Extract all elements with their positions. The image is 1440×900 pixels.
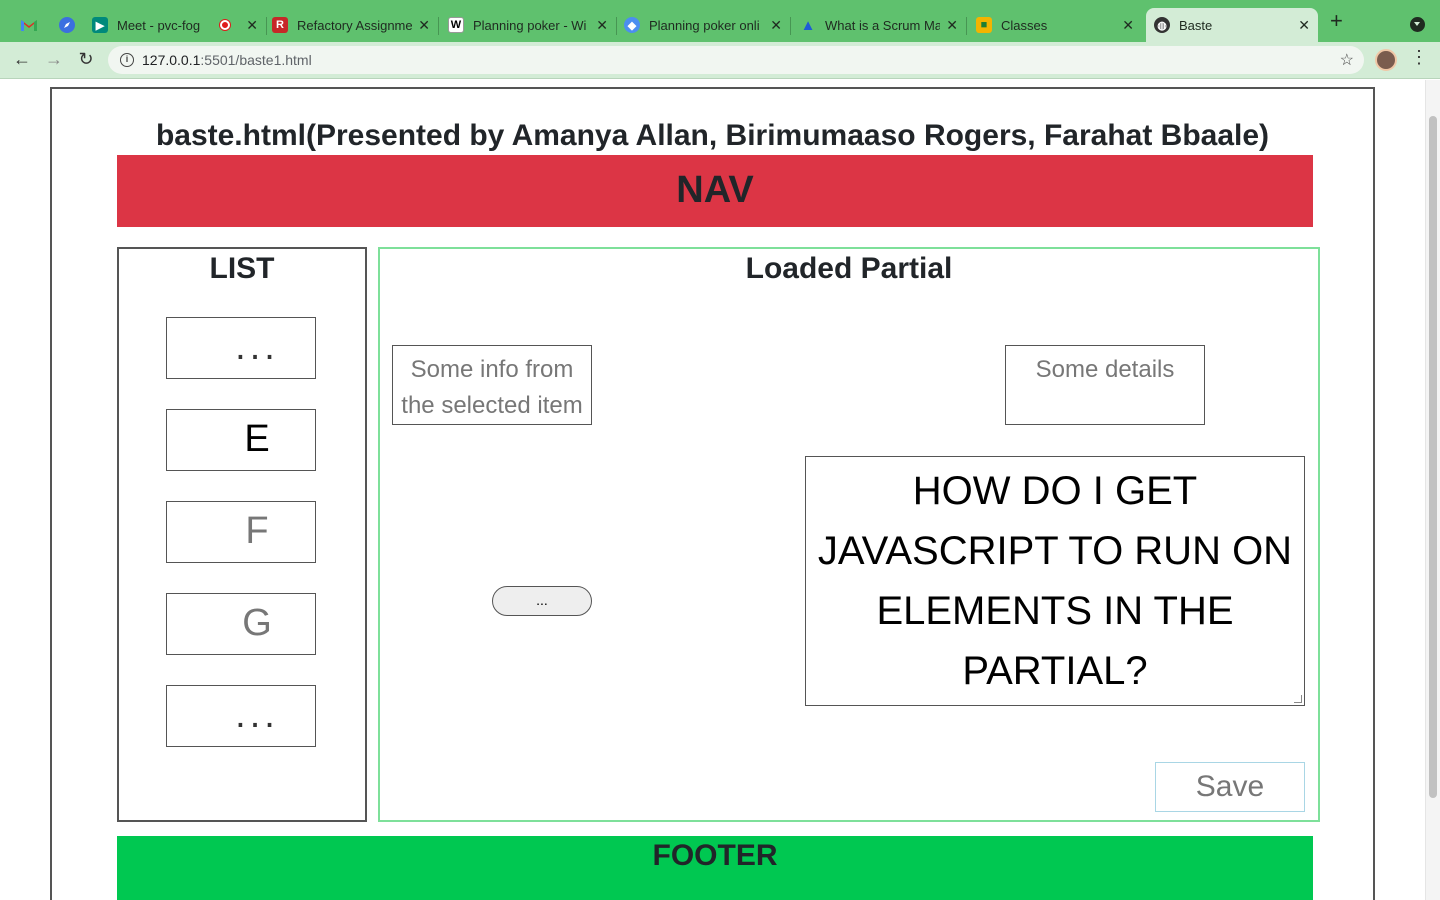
gmail-icon <box>21 20 37 31</box>
forward-arrow-icon[interactable]: → <box>42 49 66 70</box>
list-item[interactable]: G <box>166 593 316 655</box>
tab-bar: ▶ Meet - pvc-fog ✕ R Refactory Assignme … <box>0 0 1440 42</box>
resize-grip-icon[interactable] <box>1294 695 1302 703</box>
atlassian-icon: ▲ <box>800 16 816 34</box>
site-info-icon[interactable]: i <box>120 53 134 67</box>
bookmark-star-icon[interactable]: ☆ <box>1340 50 1354 70</box>
gmail-pinned-tab[interactable] <box>20 16 38 34</box>
partial-heading: Loaded Partial <box>745 252 953 285</box>
tab-search-icon[interactable] <box>1410 17 1425 32</box>
tab-title: What is a Scrum Ma <box>825 17 940 33</box>
close-icon[interactable]: ✕ <box>946 17 958 34</box>
classroom-icon: ■ <box>976 17 992 33</box>
url-host: 127.0.0.1 <box>142 52 201 68</box>
tab-meet[interactable]: ▶ Meet - pvc-fog ✕ <box>92 8 267 42</box>
tab-separator <box>966 17 967 35</box>
address-bar[interactable]: i 127.0.0.1:5501/baste1.html ☆ <box>108 46 1364 74</box>
page-scrollbar[interactable] <box>1425 80 1440 900</box>
selected-item-info: Some info from the selected item <box>392 345 592 425</box>
page-viewport: baste.html(Presented by Amanya Allan, Bi… <box>0 80 1425 900</box>
tab-title: Meet - pvc-fog <box>117 17 201 33</box>
close-icon[interactable]: ✕ <box>596 17 608 34</box>
reload-icon[interactable]: ↻ <box>74 49 98 70</box>
list-item-label: E <box>244 418 270 460</box>
save-button[interactable]: Save <box>1155 762 1305 812</box>
close-icon[interactable]: ✕ <box>246 17 258 34</box>
list-item-label: F <box>245 510 269 552</box>
diamond-icon: ◆ <box>624 17 640 33</box>
tab-title: Planning poker - Wi <box>473 17 587 33</box>
tab-baste[interactable]: ◍ Baste ✕ <box>1146 8 1318 42</box>
close-icon[interactable]: ✕ <box>1298 17 1310 34</box>
profile-avatar[interactable] <box>1375 49 1397 71</box>
back-arrow-icon[interactable]: ← <box>10 49 34 70</box>
globe-icon: ◍ <box>1154 17 1170 33</box>
page-title: baste.html(Presented by Amanya Allan, Bi… <box>155 119 1270 152</box>
list-item-label: ... <box>235 326 279 368</box>
nav-bar: NAV <box>117 155 1313 227</box>
loaded-partial: Loaded Partial Some info from the select… <box>378 247 1320 822</box>
menu-kebab-icon[interactable]: ⋮ <box>1410 48 1428 66</box>
tab-planning-poker-wiki[interactable]: W Planning poker - Wi ✕ <box>448 8 617 42</box>
tab-scrum-master[interactable]: ▲ What is a Scrum Ma ✕ <box>800 8 967 42</box>
tab-separator <box>266 17 267 35</box>
close-icon[interactable]: ✕ <box>770 17 782 34</box>
list-heading: LIST <box>209 252 275 285</box>
list-panel: LIST ... E F G ... <box>117 247 367 822</box>
scrollbar-thumb[interactable] <box>1429 116 1437 798</box>
list-item[interactable]: ... <box>166 317 316 379</box>
list-item[interactable]: F <box>166 501 316 563</box>
tab-title: Refactory Assignme <box>297 17 412 33</box>
tab-planning-poker-online[interactable]: ◆ Planning poker onli ✕ <box>624 8 791 42</box>
question-textarea[interactable]: HOW DO I GET JAVASCRIPT TO RUN ON ELEMEN… <box>805 456 1305 706</box>
refactory-icon: R <box>272 17 288 33</box>
url-text: 127.0.0.1:5501/baste1.html <box>142 52 312 68</box>
item-details: Some details <box>1005 345 1205 425</box>
meet-icon: ▶ <box>92 17 108 33</box>
list-item[interactable]: ... <box>166 685 316 747</box>
more-button[interactable]: ... <box>492 586 592 616</box>
wikipedia-icon: W <box>448 17 464 33</box>
close-icon[interactable]: ✕ <box>1122 17 1134 34</box>
url-path: :5501/baste1.html <box>200 52 312 68</box>
list-item[interactable]: E <box>166 409 316 471</box>
compass-icon <box>59 17 75 33</box>
question-text: HOW DO I GET JAVASCRIPT TO RUN ON ELEMEN… <box>817 469 1293 693</box>
recording-icon <box>220 20 230 30</box>
tab-classes[interactable]: ■ Classes ✕ <box>976 8 1142 42</box>
page-container: baste.html(Presented by Amanya Allan, Bi… <box>50 87 1375 900</box>
new-tab-plus-icon[interactable]: + <box>1330 10 1343 32</box>
tab-refactory[interactable]: R Refactory Assignme ✕ <box>272 8 439 42</box>
compass-pinned-tab[interactable] <box>58 16 76 34</box>
footer: FOOTER <box>117 836 1313 900</box>
tab-separator <box>616 17 617 35</box>
tab-title: Baste <box>1179 17 1213 33</box>
list-item-label: ... <box>235 694 279 736</box>
tab-separator <box>790 17 791 35</box>
tab-title: Classes <box>1001 17 1048 33</box>
list-item-label: G <box>242 602 272 644</box>
tab-title: Planning poker onli <box>649 17 760 33</box>
browser-toolbar: ← → ↻ i 127.0.0.1:5501/baste1.html ☆ ⋮ <box>0 42 1440 79</box>
tab-separator <box>438 17 439 35</box>
close-icon[interactable]: ✕ <box>418 17 430 34</box>
